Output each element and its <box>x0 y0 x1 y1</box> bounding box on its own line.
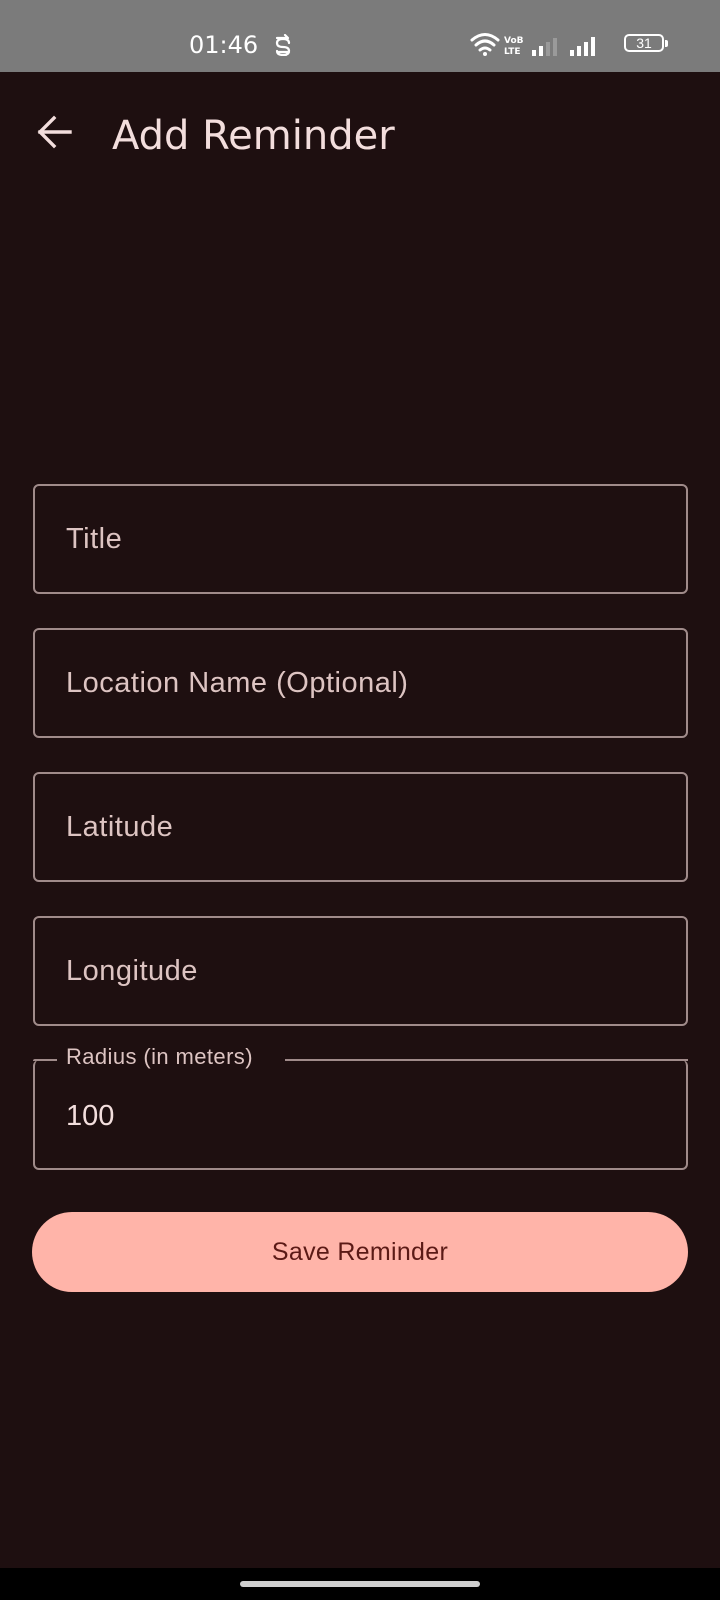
signal-strong-icon <box>570 37 595 56</box>
radius-field[interactable]: Radius (in meters) 100 <box>33 1044 688 1170</box>
arrow-back-icon <box>37 115 72 149</box>
outline-segment-right <box>285 1059 688 1061</box>
sync-icon <box>275 34 291 56</box>
battery-icon: 31 <box>624 34 668 52</box>
latitude-placeholder: Latitude <box>66 811 174 843</box>
app-bar: Add Reminder <box>0 72 720 200</box>
longitude-placeholder: Longitude <box>66 955 198 987</box>
longitude-field[interactable]: Longitude <box>33 916 688 1026</box>
status-icons: VoB LTE 31 <box>470 32 670 60</box>
svg-text:LTE: LTE <box>504 47 521 56</box>
status-time: 01:46 <box>189 31 259 59</box>
signal-weak-icon <box>532 38 557 56</box>
radius-label: Radius (in meters) <box>66 1044 253 1069</box>
location-name-placeholder: Location Name (Optional) <box>66 667 409 699</box>
svg-text:VoB: VoB <box>504 36 524 46</box>
save-reminder-button[interactable]: Save Reminder <box>32 1212 688 1292</box>
wifi-icon <box>470 33 500 56</box>
latitude-field[interactable]: Latitude <box>33 772 688 882</box>
status-bar: 01:46 VoB LTE 31 <box>0 0 720 72</box>
location-name-field[interactable]: Location Name (Optional) <box>33 628 688 738</box>
home-indicator[interactable] <box>240 1581 480 1587</box>
navigation-bar <box>0 1568 720 1600</box>
outline-segment-left <box>33 1059 57 1061</box>
radius-value: 100 <box>66 1100 115 1132</box>
title-field[interactable]: Title <box>33 484 688 594</box>
page-title: Add Reminder <box>112 113 395 159</box>
back-button[interactable] <box>26 102 86 162</box>
volte-icon: VoB LTE <box>504 36 524 56</box>
title-placeholder: Title <box>66 523 123 555</box>
